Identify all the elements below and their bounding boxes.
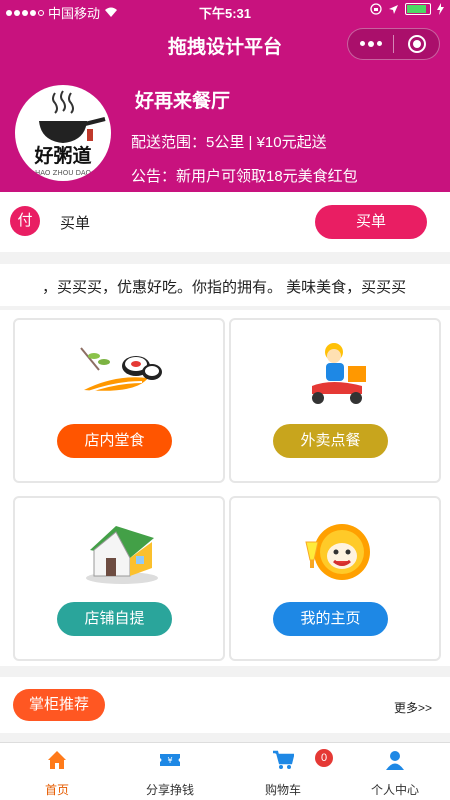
home-icon xyxy=(48,751,66,769)
tab-home-label: 首页 xyxy=(44,783,69,797)
shop-logo: 好粥道 HAO ZHOU DAO xyxy=(15,85,111,181)
delivery-range: 配送范围：5公里 | ¥10元起送 xyxy=(131,134,327,151)
nav-bar: 拖拽设计平台 xyxy=(0,22,450,66)
tab-share-label: 分享挣钱 xyxy=(145,783,194,797)
house-icon xyxy=(86,526,158,584)
logo-text: 好粥道 xyxy=(33,144,91,167)
takeout-card[interactable]: 外卖点餐 xyxy=(229,318,441,483)
pickup-card[interactable]: 店铺自提 xyxy=(13,496,225,661)
user-icon xyxy=(386,751,404,770)
target-circle-icon xyxy=(407,35,426,53)
mini-program-capsule xyxy=(347,28,440,60)
pay-badge-icon: 付 xyxy=(10,206,40,236)
pickup-button[interactable]: 店铺自提 xyxy=(57,602,172,636)
ticket-icon: ¥ xyxy=(160,754,180,766)
close-button[interactable] xyxy=(394,29,439,59)
more-link[interactable]: 更多>> xyxy=(394,699,432,716)
cart-icon xyxy=(273,750,294,769)
recommend-section: 掌柜推荐 更多>> xyxy=(0,677,450,733)
tab-share[interactable]: ¥ 分享挣钱 xyxy=(125,743,215,800)
location-icon xyxy=(389,4,398,14)
pay-button[interactable]: 买单 xyxy=(315,205,427,239)
mascot-icon xyxy=(305,524,370,580)
shop-header: 中国移动 下午5:31 拖拽设计平台 好粥道 HAO ZHOU DAO 好再来餐… xyxy=(0,0,450,192)
bowl-logo-icon: 好粥道 HAO ZHOU DAO xyxy=(33,90,106,177)
more-button[interactable] xyxy=(348,29,393,59)
shop-name: 好再来餐厅 xyxy=(135,91,231,112)
marquee-text: ，买买买，优惠好吃。你指的拥有。 美味美食，买买买 xyxy=(42,279,407,296)
battery-icon xyxy=(405,3,431,15)
cart-count-badge: 0 xyxy=(315,749,333,767)
delivery-scooter-icon xyxy=(312,343,366,404)
takeout-button[interactable]: 外卖点餐 xyxy=(273,424,388,458)
logo-subtext: HAO ZHOU DAO xyxy=(35,169,92,177)
tab-profile-label: 个人中心 xyxy=(370,783,419,797)
orientation-lock-icon xyxy=(370,3,382,15)
svg-text:¥: ¥ xyxy=(167,756,172,765)
dine-in-button[interactable]: 店内堂食 xyxy=(57,424,172,458)
tab-bar: 首页 ¥ 分享挣钱 0 购物车 个人中心 xyxy=(0,742,450,800)
notice-marquee: ，买买买，优惠好吃。你指的拥有。 美味美食，买买买 xyxy=(0,264,450,306)
pay-label: 买单 xyxy=(60,215,91,232)
tab-profile[interactable]: 个人中心 xyxy=(350,743,440,800)
entry-grid: 店内堂食 外卖点餐 店铺自提 我的主页 xyxy=(0,310,450,666)
my-home-button[interactable]: 我的主页 xyxy=(273,602,388,636)
pay-row: 付 买单 买单 xyxy=(0,192,450,252)
status-bar: 中国移动 下午5:31 xyxy=(0,0,450,22)
tab-home[interactable]: 首页 xyxy=(12,743,102,800)
my-home-card[interactable]: 我的主页 xyxy=(229,496,441,661)
charging-icon xyxy=(437,3,444,15)
recommend-badge: 掌柜推荐 xyxy=(13,689,105,721)
shop-notice: 公告：新用户可领取18元美食红包 xyxy=(131,168,358,185)
more-dots-icon xyxy=(359,41,382,47)
sushi-icon xyxy=(80,347,162,393)
tab-cart-label: 购物车 xyxy=(264,783,301,797)
dine-in-card[interactable]: 店内堂食 xyxy=(13,318,225,483)
tab-cart[interactable]: 0 购物车 xyxy=(238,743,333,800)
